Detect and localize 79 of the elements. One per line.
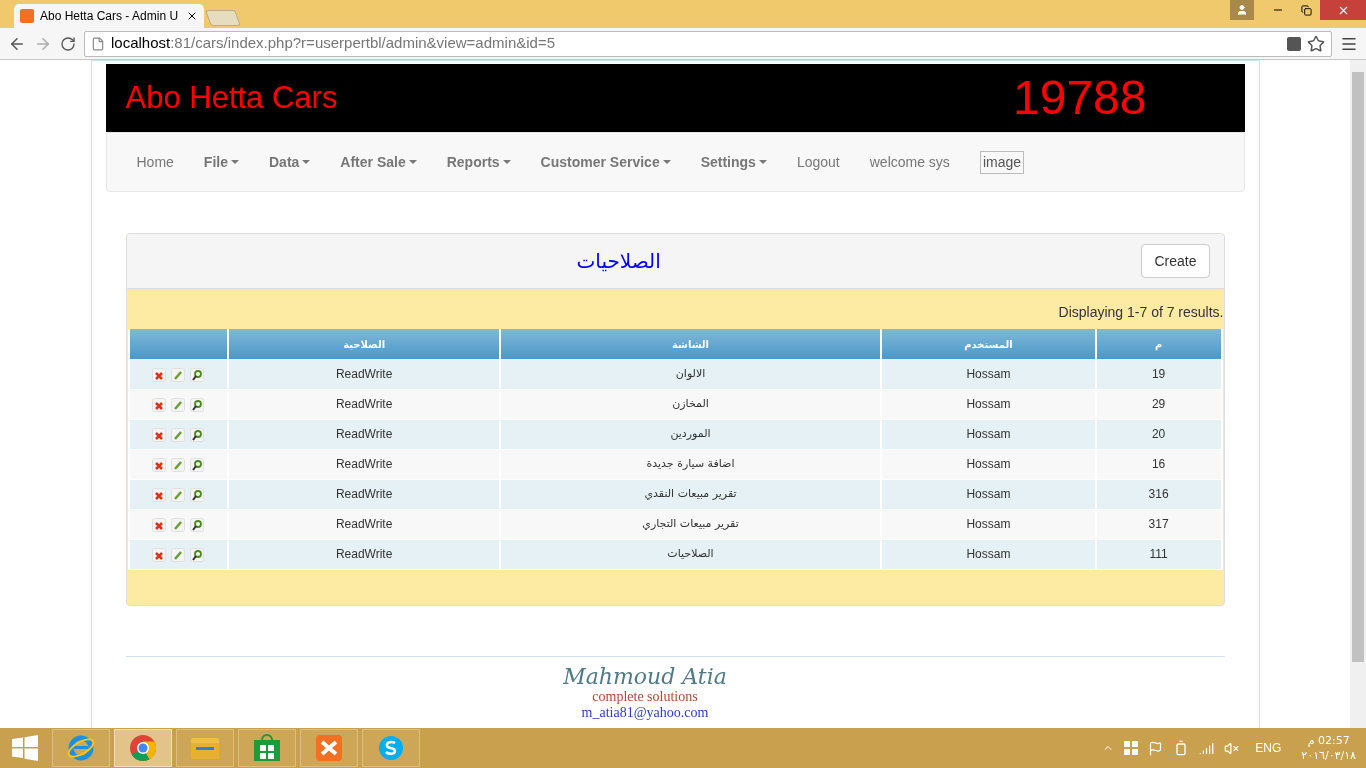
nav-link[interactable]: Home bbox=[121, 151, 189, 173]
welcome-text: welcome sys bbox=[868, 152, 951, 172]
delete-icon[interactable] bbox=[152, 488, 167, 502]
reload-icon[interactable] bbox=[60, 35, 76, 52]
store-icon bbox=[253, 734, 281, 762]
url-text: localhost:81/cars/index.php?r=userpertbl/admin&view=admin&id=5 bbox=[111, 33, 555, 54]
caret-icon bbox=[302, 160, 311, 164]
table-cell: الصلاحيات bbox=[499, 539, 882, 569]
delete-icon[interactable] bbox=[152, 367, 167, 382]
xampp-favicon-icon bbox=[20, 9, 34, 23]
table-cell: Hossam bbox=[881, 539, 1096, 569]
caret-icon bbox=[408, 160, 417, 164]
chrome-icon bbox=[129, 734, 157, 762]
windows-logo-icon bbox=[12, 735, 38, 761]
person-icon bbox=[1236, 4, 1248, 16]
magnifier-icon[interactable] bbox=[190, 428, 205, 442]
nav-menu[interactable]: Reports bbox=[431, 151, 526, 173]
signal-icon[interactable] bbox=[1199, 740, 1215, 756]
magnifier-icon[interactable] bbox=[190, 458, 205, 472]
language-indicator[interactable]: ENG bbox=[1255, 739, 1282, 757]
tagline: complete solutions bbox=[592, 688, 698, 705]
clock-date: ٢٠١٦/٠٣/١٨ bbox=[1301, 748, 1356, 763]
windows-logo-icon[interactable] bbox=[1124, 741, 1139, 755]
close-icon[interactable] bbox=[186, 10, 198, 22]
flag-icon[interactable] bbox=[1148, 740, 1164, 756]
delete-icon[interactable] bbox=[152, 458, 167, 472]
nav-menu[interactable]: After Sale bbox=[325, 151, 432, 173]
column-header: الصلاحية bbox=[228, 329, 500, 359]
restore-icon bbox=[1300, 4, 1312, 16]
magnifier-icon[interactable] bbox=[190, 518, 205, 532]
clock-time: 02:57 م bbox=[1307, 733, 1350, 748]
volume-muted-icon[interactable] bbox=[1224, 740, 1240, 756]
magnifier-icon[interactable] bbox=[190, 398, 205, 412]
column-header: المستخدم bbox=[881, 329, 1096, 359]
nav-menu[interactable]: File bbox=[188, 151, 254, 173]
results-summary: Displaying 1-7 of 7 results. bbox=[1058, 303, 1224, 322]
brand-title: Abo Hetta Cars bbox=[125, 78, 338, 117]
star-icon[interactable] bbox=[1307, 34, 1325, 53]
browser-tab[interactable]: Abo Hetta Cars - Admin U bbox=[14, 4, 204, 28]
table-cell: ReadWrite bbox=[228, 539, 500, 569]
skype-icon bbox=[377, 734, 405, 762]
panel-title: الصلاحيات bbox=[576, 248, 661, 275]
tab-title: Abo Hetta Cars - Admin U bbox=[40, 8, 179, 25]
folder-icon bbox=[190, 735, 220, 761]
profile-button[interactable] bbox=[1230, 0, 1254, 20]
magnifier-icon[interactable] bbox=[190, 548, 205, 562]
caret-icon bbox=[231, 160, 239, 164]
create-button[interactable]: Create bbox=[1141, 244, 1210, 278]
column-header: الشاشة bbox=[499, 329, 882, 359]
delete-icon[interactable] bbox=[152, 398, 167, 412]
nav-menu[interactable]: Settings bbox=[685, 151, 782, 173]
nav-link[interactable]: Logout bbox=[781, 151, 855, 173]
nav-menu[interactable]: Data bbox=[254, 151, 326, 173]
delete-icon[interactable] bbox=[152, 428, 167, 442]
column-header: م bbox=[1095, 329, 1222, 359]
broken-image: image bbox=[979, 150, 1024, 174]
email-text: m_atia81@yahoo.com bbox=[581, 704, 709, 721]
xampp-icon bbox=[315, 734, 343, 762]
taskbar-app[interactable] bbox=[114, 729, 172, 767]
delete-icon[interactable] bbox=[152, 518, 167, 532]
clock[interactable]: 02:57 م ٢٠١٦/٠٣/١٨ bbox=[1301, 733, 1356, 763]
ie-icon bbox=[66, 733, 96, 763]
magnifier-icon[interactable] bbox=[190, 488, 205, 502]
taskbar-app[interactable] bbox=[238, 729, 296, 767]
taskbar-app[interactable] bbox=[52, 729, 110, 767]
caret-icon bbox=[502, 160, 511, 164]
nav-menu[interactable]: Customer Service bbox=[525, 151, 686, 173]
signature-logo: Mahmoud Atia bbox=[563, 664, 727, 689]
caret-icon bbox=[662, 160, 671, 164]
caret-icon bbox=[758, 160, 767, 164]
taskbar-app[interactable] bbox=[300, 729, 358, 767]
delete-icon[interactable] bbox=[152, 548, 167, 562]
address-bar[interactable]: localhost:81/cars/index.php?r=userpertbl/admin&view=admin&id=5 bbox=[84, 30, 1332, 57]
header-number: 19788 bbox=[1013, 70, 1147, 126]
magnifier-icon[interactable] bbox=[190, 367, 205, 382]
page-icon bbox=[91, 36, 105, 51]
table-cell: 111 bbox=[1095, 539, 1222, 569]
taskbar-app[interactable] bbox=[176, 729, 234, 767]
taskbar-app[interactable] bbox=[362, 729, 420, 767]
